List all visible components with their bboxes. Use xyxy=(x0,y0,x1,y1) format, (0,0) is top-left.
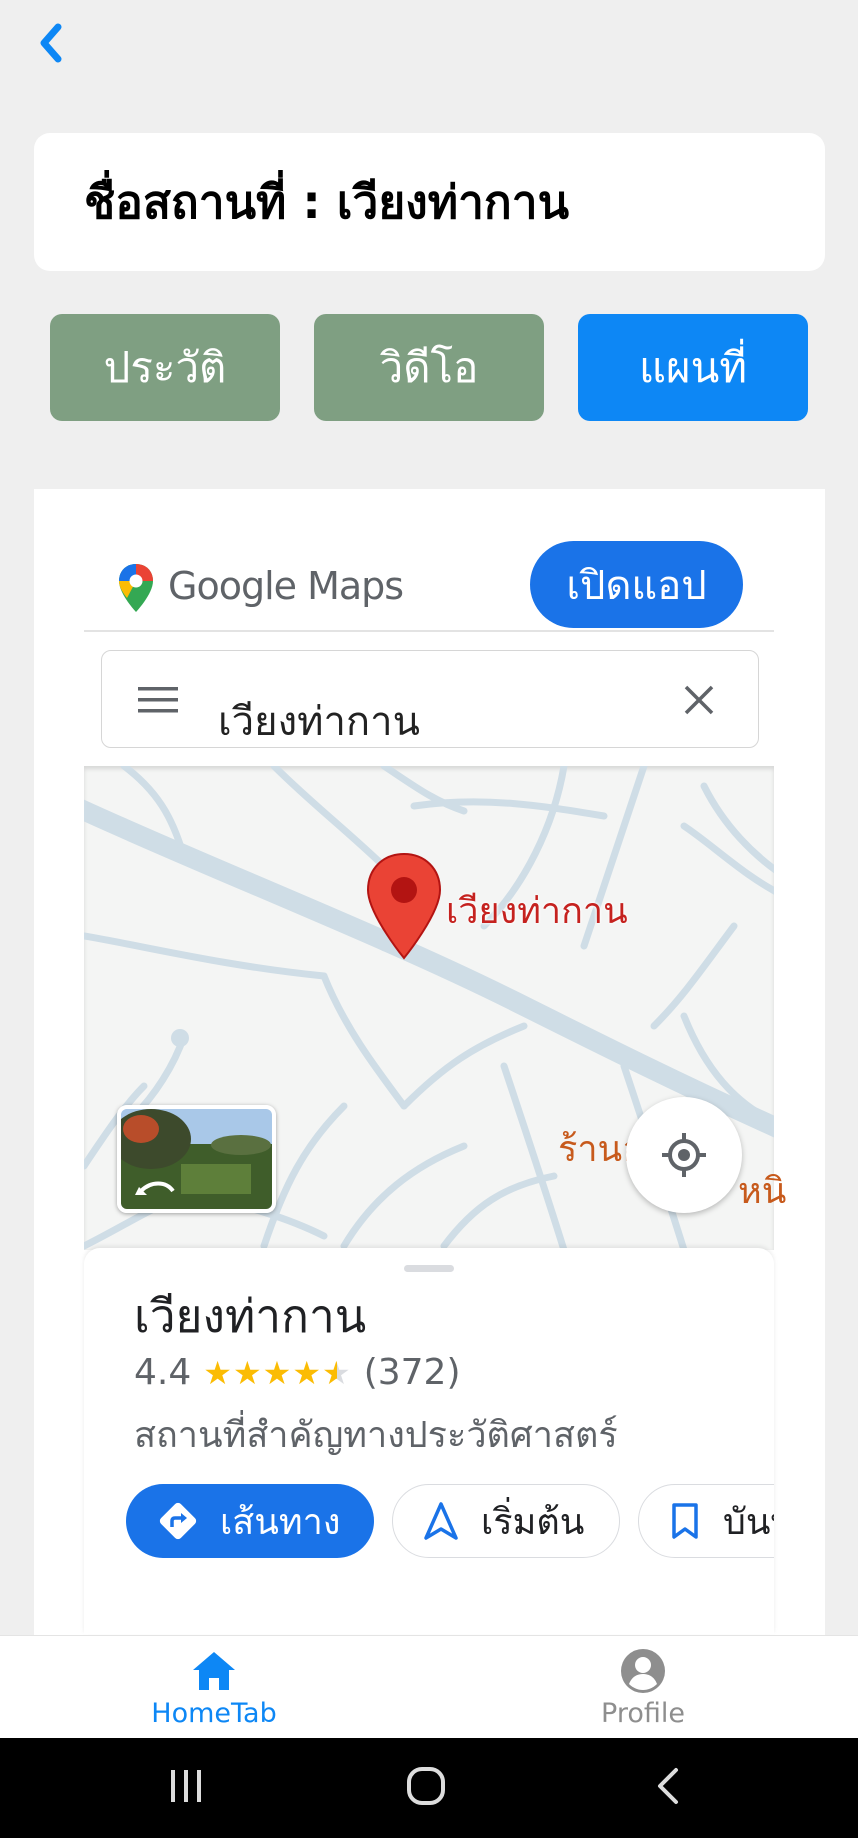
google-maps-pin-icon xyxy=(119,564,153,612)
system-nav-bar xyxy=(0,1738,858,1838)
page-title: ชื่อสถานที่ : เวียงท่ากาน xyxy=(84,174,570,229)
rating-row: 4.4 ★★★★★ (372) xyxy=(134,1352,461,1393)
back-system-icon[interactable] xyxy=(652,1764,682,1808)
nav-profile-tab[interactable]: Profile xyxy=(543,1636,743,1739)
title-card: ชื่อสถานที่ : เวียงท่ากาน xyxy=(34,133,825,271)
start-label: เริ่มต้น xyxy=(481,1501,585,1543)
directions-label: เส้นทาง xyxy=(220,1501,341,1543)
start-button[interactable]: เริ่มต้น xyxy=(392,1484,620,1558)
home-system-icon[interactable] xyxy=(404,1764,448,1808)
place-name: เวียงท่ากาน xyxy=(134,1289,367,1343)
save-label: บันทึก xyxy=(723,1501,774,1543)
star-rating-icon: ★★★★★ xyxy=(203,1353,352,1392)
close-icon[interactable] xyxy=(682,683,716,717)
map-search-input[interactable]: เวียงท่ากาน xyxy=(218,689,420,753)
chevron-left-icon xyxy=(40,23,62,63)
directions-icon xyxy=(159,1502,197,1540)
review-count: (372) xyxy=(363,1352,461,1393)
my-location-button[interactable] xyxy=(626,1097,742,1213)
tab-history[interactable]: ประวัติ xyxy=(50,314,280,421)
place-category: สถานที่สำคัญทางประวัติศาสตร์ xyxy=(134,1415,618,1456)
nav-profile-label: Profile xyxy=(601,1698,685,1729)
recent-apps-icon[interactable] xyxy=(168,1764,204,1808)
navigation-arrow-icon xyxy=(424,1502,458,1540)
map-pin-label: เวียงท่ากาน xyxy=(446,891,628,932)
map-nearby-label-2: หนิ xyxy=(738,1171,787,1212)
bookmark-icon xyxy=(672,1503,698,1539)
profile-icon xyxy=(621,1649,665,1693)
open-app-button[interactable]: เปิดแอป xyxy=(530,541,743,628)
menu-icon[interactable] xyxy=(138,685,178,715)
street-view-thumbnail[interactable] xyxy=(117,1105,276,1213)
action-buttons: เส้นทาง เริ่มต้น บันทึก xyxy=(84,1480,774,1560)
home-icon xyxy=(193,1652,235,1690)
street-view-image xyxy=(121,1109,272,1209)
crosshair-icon xyxy=(662,1133,706,1177)
location-pin-icon[interactable] xyxy=(365,852,443,962)
save-button[interactable]: บันทึก xyxy=(638,1484,774,1558)
nav-home-label: HomeTab xyxy=(151,1698,277,1729)
bottom-nav: HomeTab Profile xyxy=(0,1635,858,1738)
tab-video[interactable]: วิดีโอ xyxy=(314,314,544,421)
directions-button[interactable]: เส้นทาง xyxy=(126,1484,374,1558)
map-search-box[interactable]: เวียงท่ากาน xyxy=(101,650,759,748)
nav-home-tab[interactable]: HomeTab xyxy=(114,1636,314,1739)
rating-value: 4.4 xyxy=(134,1352,192,1393)
google-maps-brand: Google Maps xyxy=(168,564,404,608)
tab-map[interactable]: แผนที่ xyxy=(578,314,808,421)
sheet-drag-handle[interactable] xyxy=(404,1265,454,1272)
back-button[interactable] xyxy=(26,18,76,68)
